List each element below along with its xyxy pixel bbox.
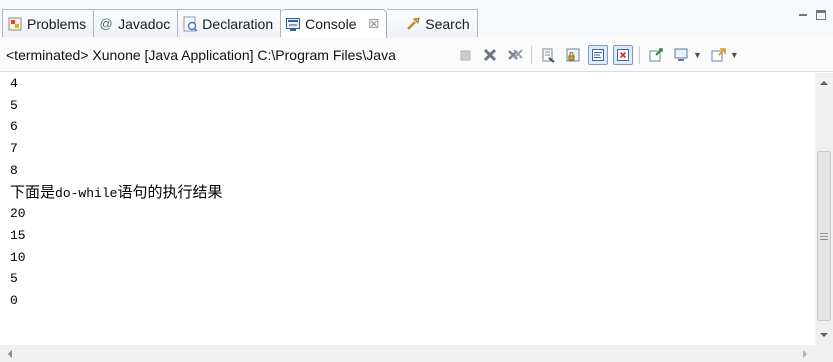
- console-line: 5: [10, 97, 18, 113]
- console-line: 15: [10, 227, 26, 243]
- scrollbar-grip-icon: [820, 233, 828, 242]
- console-line: 0: [10, 292, 18, 308]
- console-line: 4: [10, 76, 18, 91]
- heading-suffix: 语句的执行结果: [117, 183, 223, 202]
- problems-icon: [7, 16, 23, 32]
- minimize-icon[interactable]: [797, 8, 809, 26]
- scrollbar-corner: [815, 345, 833, 362]
- view-tab-bar: Problems @ Javadoc Declaration Console ☒: [0, 0, 833, 38]
- show-on-stderr-icon[interactable]: [613, 45, 633, 65]
- maximize-icon[interactable]: [815, 8, 827, 26]
- declaration-icon: [182, 16, 198, 32]
- tab-label: Declaration: [202, 15, 274, 32]
- tab-label: Console: [305, 16, 357, 32]
- tab-javadoc[interactable]: @ Javadoc: [94, 9, 179, 37]
- scroll-right-icon[interactable]: [797, 345, 813, 362]
- remove-all-terminated-icon[interactable]: [505, 45, 525, 65]
- scroll-up-icon[interactable]: [815, 75, 833, 91]
- tab-problems[interactable]: Problems: [2, 9, 95, 37]
- tab-label: Search: [425, 15, 470, 32]
- show-on-stdout-icon[interactable]: [588, 45, 608, 65]
- tab-console[interactable]: Console ☒: [281, 9, 388, 38]
- console-view: Problems @ Javadoc Declaration Console ☒: [0, 0, 833, 362]
- horizontal-scrollbar[interactable]: [0, 345, 815, 362]
- console-line: 6: [10, 119, 18, 135]
- scroll-down-icon[interactable]: [815, 327, 833, 343]
- console-icon: [285, 16, 301, 32]
- heading-code: do-while: [55, 186, 118, 202]
- console-output[interactable]: 4 5 6 7 8 下面是do-while语句的执行结果 20 15 10 5 …: [0, 73, 815, 345]
- console-heading-line: 下面是do-while语句的执行结果: [0, 181, 815, 203]
- search-icon: [405, 16, 421, 32]
- display-selected-console-icon[interactable]: [671, 45, 691, 65]
- toolbar-separator: [639, 46, 640, 64]
- console-line: 8: [10, 162, 18, 178]
- pin-console-icon[interactable]: [646, 45, 666, 65]
- chevron-down-icon[interactable]: ▼: [730, 50, 739, 60]
- heading-prefix: 下面是: [10, 183, 56, 202]
- tab-search[interactable]: Search: [387, 9, 478, 37]
- open-console-icon[interactable]: [708, 45, 728, 65]
- console-line: 10: [10, 249, 26, 265]
- scroll-left-icon[interactable]: [2, 345, 18, 362]
- console-toolbar: <terminated> Xunone [Java Application] C…: [0, 38, 833, 72]
- javadoc-icon: @: [99, 16, 113, 31]
- toolbar-separator: [531, 46, 532, 64]
- terminate-icon[interactable]: [455, 45, 475, 65]
- launch-title: <terminated> Xunone [Java Application] C…: [6, 47, 396, 63]
- tab-label: Javadoc: [118, 15, 171, 32]
- console-line: 7: [10, 141, 18, 157]
- console-line: 20: [10, 206, 26, 222]
- vertical-scrollbar[interactable]: [815, 73, 833, 345]
- console-line: 5: [10, 271, 18, 287]
- clear-console-icon[interactable]: [538, 45, 558, 65]
- tab-label: Problems: [27, 15, 87, 32]
- scroll-lock-icon[interactable]: [563, 45, 583, 65]
- close-icon[interactable]: ☒: [369, 17, 380, 31]
- tab-declaration[interactable]: Declaration: [178, 9, 282, 37]
- chevron-down-icon[interactable]: ▼: [693, 50, 702, 60]
- remove-launch-icon[interactable]: [480, 45, 500, 65]
